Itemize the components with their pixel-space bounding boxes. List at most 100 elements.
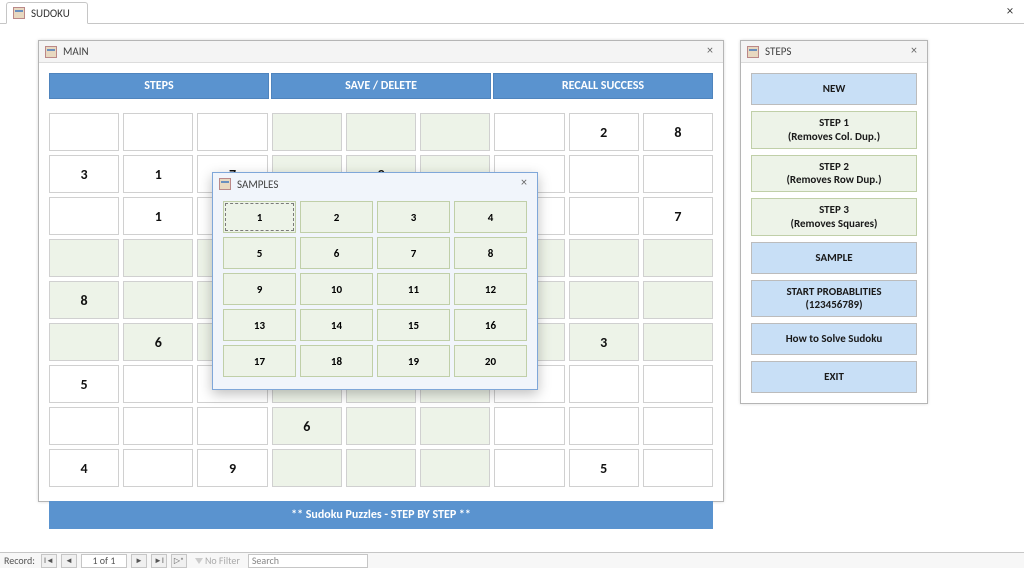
app-close-button[interactable]: × — [1002, 4, 1018, 20]
sudoku-cell[interactable]: 5 — [569, 449, 639, 487]
sudoku-cell[interactable] — [272, 113, 342, 151]
sudoku-cell[interactable] — [346, 449, 416, 487]
sample-button-8[interactable]: 8 — [454, 237, 527, 269]
steps-window-titlebar[interactable]: STEPS × — [741, 41, 927, 63]
sudoku-cell[interactable] — [49, 113, 119, 151]
sudoku-cell[interactable] — [197, 407, 267, 445]
sample-button-19[interactable]: 19 — [377, 345, 450, 377]
sudoku-cell[interactable] — [643, 365, 713, 403]
sudoku-cell[interactable]: 8 — [49, 281, 119, 319]
app-tab-sudoku[interactable]: SUDOKU — [6, 2, 88, 24]
start-probabilities-button[interactable]: START PROBABLITIES (123456789) — [751, 280, 917, 318]
sudoku-cell[interactable] — [49, 197, 119, 235]
sudoku-cell[interactable]: 1 — [123, 155, 193, 193]
step3-button[interactable]: STEP 3 (Removes Squares) — [751, 198, 917, 236]
sudoku-cell[interactable]: 7 — [643, 197, 713, 235]
sample-button-12[interactable]: 12 — [454, 273, 527, 305]
sample-button-9[interactable]: 9 — [223, 273, 296, 305]
sample-button[interactable]: SAMPLE — [751, 242, 917, 274]
record-position[interactable]: 1 of 1 — [81, 554, 127, 568]
sudoku-cell[interactable] — [197, 113, 267, 151]
sudoku-cell[interactable] — [123, 239, 193, 277]
sudoku-cell[interactable] — [272, 449, 342, 487]
sample-button-1[interactable]: 1 — [223, 201, 296, 233]
sudoku-cell[interactable]: 3 — [49, 155, 119, 193]
sudoku-cell[interactable] — [643, 155, 713, 193]
sudoku-cell[interactable] — [123, 449, 193, 487]
sudoku-cell[interactable] — [494, 449, 564, 487]
sudoku-cell[interactable]: 1 — [123, 197, 193, 235]
step2-button[interactable]: STEP 2 (Removes Row Dup.) — [751, 155, 917, 193]
sudoku-cell[interactable] — [643, 449, 713, 487]
sudoku-cell[interactable] — [643, 323, 713, 361]
steps-close-button[interactable]: × — [905, 43, 923, 59]
sudoku-cell[interactable]: 8 — [643, 113, 713, 151]
sudoku-cell[interactable] — [49, 239, 119, 277]
nav-prev-button[interactable]: ◄ — [61, 554, 77, 568]
sample-button-20[interactable]: 20 — [454, 345, 527, 377]
exit-button[interactable]: EXIT — [751, 361, 917, 393]
sample-button-7[interactable]: 7 — [377, 237, 450, 269]
sudoku-cell[interactable] — [420, 449, 490, 487]
sample-button-13[interactable]: 13 — [223, 309, 296, 341]
sample-button-5[interactable]: 5 — [223, 237, 296, 269]
sample-button-2[interactable]: 2 — [300, 201, 373, 233]
sudoku-cell[interactable]: 5 — [49, 365, 119, 403]
sample-button-11[interactable]: 11 — [377, 273, 450, 305]
main-footer: ** Sudoku Puzzles - STEP BY STEP ** — [49, 501, 713, 529]
step1-button[interactable]: STEP 1 (Removes Col. Dup.) — [751, 111, 917, 149]
sudoku-cell[interactable] — [123, 407, 193, 445]
nav-first-button[interactable]: I◄ — [41, 554, 57, 568]
sudoku-cell[interactable] — [420, 113, 490, 151]
sudoku-cell[interactable] — [123, 113, 193, 151]
sudoku-cell[interactable] — [569, 281, 639, 319]
sudoku-cell[interactable]: 9 — [197, 449, 267, 487]
sample-button-18[interactable]: 18 — [300, 345, 373, 377]
form-icon — [13, 7, 25, 19]
sudoku-cell[interactable] — [123, 281, 193, 319]
sudoku-cell[interactable] — [494, 407, 564, 445]
sudoku-cell[interactable] — [643, 281, 713, 319]
sudoku-cell[interactable] — [420, 407, 490, 445]
how-to-solve-button[interactable]: How to Solve Sudoku — [751, 323, 917, 355]
nav-new-button[interactable]: ▷* — [171, 554, 187, 568]
sample-button-4[interactable]: 4 — [454, 201, 527, 233]
sample-button-10[interactable]: 10 — [300, 273, 373, 305]
sudoku-cell[interactable] — [569, 239, 639, 277]
sample-button-14[interactable]: 14 — [300, 309, 373, 341]
nav-last-button[interactable]: ►I — [151, 554, 167, 568]
new-button[interactable]: NEW — [751, 73, 917, 105]
sudoku-cell[interactable]: 3 — [569, 323, 639, 361]
samples-titlebar[interactable]: SAMPLES × — [213, 173, 537, 195]
sudoku-cell[interactable] — [49, 323, 119, 361]
sample-button-17[interactable]: 17 — [223, 345, 296, 377]
steps-header-button[interactable]: STEPS — [49, 73, 269, 99]
sudoku-cell[interactable] — [643, 239, 713, 277]
sample-button-3[interactable]: 3 — [377, 201, 450, 233]
sample-button-15[interactable]: 15 — [377, 309, 450, 341]
main-close-button[interactable]: × — [701, 43, 719, 59]
sudoku-cell[interactable] — [569, 365, 639, 403]
samples-close-button[interactable]: × — [515, 175, 533, 191]
save-delete-header-button[interactable]: SAVE / DELETE — [271, 73, 491, 99]
sudoku-cell[interactable]: 6 — [272, 407, 342, 445]
sudoku-cell[interactable] — [569, 155, 639, 193]
main-window-titlebar[interactable]: MAIN × — [39, 41, 723, 63]
app-tab-bar: SUDOKU × — [0, 0, 1024, 24]
sudoku-cell[interactable] — [49, 407, 119, 445]
recall-success-header-button[interactable]: RECALL SUCCESS — [493, 73, 713, 99]
sudoku-cell[interactable] — [123, 365, 193, 403]
nav-next-button[interactable]: ► — [131, 554, 147, 568]
sudoku-cell[interactable] — [643, 407, 713, 445]
sudoku-cell[interactable]: 6 — [123, 323, 193, 361]
sudoku-cell[interactable] — [569, 407, 639, 445]
sudoku-cell[interactable] — [569, 197, 639, 235]
sample-button-6[interactable]: 6 — [300, 237, 373, 269]
sample-button-16[interactable]: 16 — [454, 309, 527, 341]
sudoku-cell[interactable] — [346, 407, 416, 445]
sudoku-cell[interactable]: 2 — [569, 113, 639, 151]
sudoku-cell[interactable]: 4 — [49, 449, 119, 487]
sudoku-cell[interactable] — [494, 113, 564, 151]
sudoku-cell[interactable] — [346, 113, 416, 151]
search-input[interactable]: Search — [248, 554, 368, 568]
